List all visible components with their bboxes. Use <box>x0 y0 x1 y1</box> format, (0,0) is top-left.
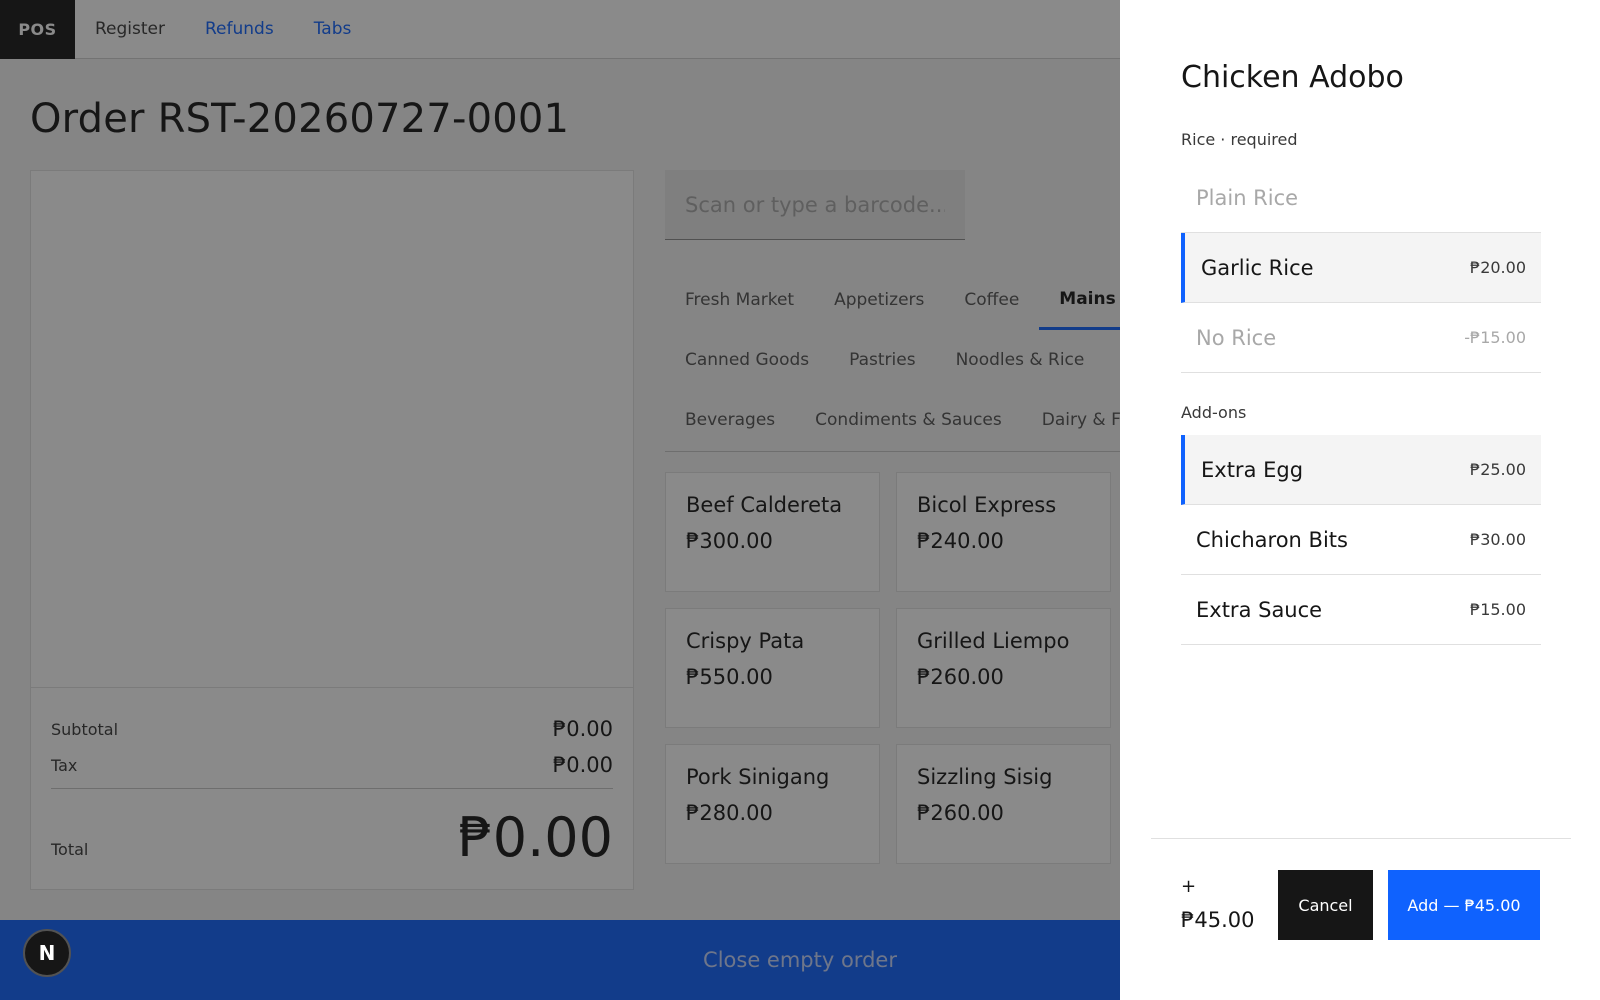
option-price: ₱30.00 <box>1470 530 1526 549</box>
option-name: No Rice <box>1196 325 1277 350</box>
drawer-footer-divider <box>1151 838 1571 839</box>
rice-group-label: Rice · required <box>1181 130 1298 149</box>
add-to-order-button[interactable]: Add — ₱45.00 <box>1388 870 1540 940</box>
option-no-rice[interactable]: No Rice -₱15.00 <box>1181 303 1541 373</box>
drawer-title: Chicken Adobo <box>1181 60 1404 95</box>
option-price: ₱20.00 <box>1470 258 1526 277</box>
option-name: Plain Rice <box>1196 185 1299 210</box>
option-name: Extra Egg <box>1201 457 1304 482</box>
addons-group-label: Add-ons <box>1181 403 1247 422</box>
option-garlic-rice[interactable]: Garlic Rice ₱20.00 <box>1181 233 1541 303</box>
modal-overlay[interactable] <box>0 0 1120 1000</box>
dev-badge-icon[interactable]: N <box>23 929 71 977</box>
drawer-total-plus: + <box>1181 876 1197 897</box>
option-chicharon-bits[interactable]: Chicharon Bits ₱30.00 <box>1181 505 1541 575</box>
option-plain-rice[interactable]: Plain Rice <box>1181 163 1541 233</box>
option-name: Extra Sauce <box>1196 597 1323 622</box>
option-extra-sauce[interactable]: Extra Sauce ₱15.00 <box>1181 575 1541 645</box>
option-extra-egg[interactable]: Extra Egg ₱25.00 <box>1181 435 1541 505</box>
option-name: Garlic Rice <box>1201 255 1314 280</box>
option-price: ₱25.00 <box>1470 460 1526 479</box>
drawer-total-value: ₱45.00 <box>1181 908 1255 932</box>
cancel-button[interactable]: Cancel <box>1278 870 1373 940</box>
modifier-drawer: Chicken Adobo Rice · required Plain Rice… <box>1120 0 1600 1000</box>
option-name: Chicharon Bits <box>1196 527 1348 552</box>
option-price: -₱15.00 <box>1464 328 1526 347</box>
option-price: ₱15.00 <box>1470 600 1526 619</box>
